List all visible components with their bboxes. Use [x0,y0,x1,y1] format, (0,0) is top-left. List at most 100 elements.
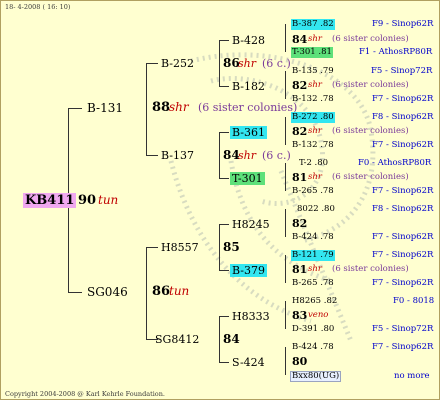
origin-label: F0 - AthosRP80R [358,158,432,168]
gen4-colony-id[interactable]: B-424 .78 [292,233,334,242]
gen3-colony-id[interactable]: B-361 [230,126,267,139]
gen1-score: 86 [152,284,171,299]
gen2-tag: shr [238,149,256,162]
root-score: 90 [78,193,97,208]
tree-connector [219,178,229,179]
tree-connector [285,24,286,52]
gen4-colony-id[interactable]: B-121 .79 [291,250,335,261]
gen3-colony-id[interactable]: S-424 [232,357,265,368]
tree-connector [219,224,220,270]
gen1-tag: shr [169,100,189,114]
gen1-colony-id[interactable]: B-131 [87,102,123,114]
gen2-colony-id[interactable]: B-252 [161,58,194,69]
tree-connector [146,247,147,339]
tree-connector [285,209,286,237]
gen4-colony-id[interactable]: T-2 .80 [299,159,328,168]
sister-colonies-note: (6 sister colonies) [332,80,409,90]
sister-colonies-note: (6 sister colonies) [198,101,298,114]
tree-connector [68,292,82,293]
tree-connector [285,117,286,145]
origin-label: F5 - Sinop72R [371,66,433,76]
gen4-colony-id[interactable]: B-387 .82 [291,19,335,30]
origin-label: F7 - Sinop62R [372,342,434,352]
gen4-score: 80 [292,355,308,368]
gen4-colony-id[interactable]: B-272 .80 [291,112,335,123]
tree-connector [68,108,82,109]
gen4-tag: shr [308,80,322,90]
gen4-colony-id[interactable]: H8265 .82 [292,297,337,306]
gen2-score: 85 [223,240,240,254]
gen1-colony-id[interactable]: SG046 [87,286,128,298]
origin-label: no more [394,371,430,381]
sister-colonies-note: (6 c.) [262,57,291,70]
sister-colonies-note: (6 sister colonies) [332,126,409,136]
origin-label: F7 - Sinop62R [372,94,434,104]
origin-label: F7 - Sinop62R [372,232,434,242]
tree-connector [285,301,286,329]
gen1-tag: tun [169,284,190,298]
origin-label: F9 - Sinop62R [372,19,434,29]
gen2-tag: shr [238,57,256,70]
root-tag: tun [98,193,119,207]
gen4-colony-id[interactable]: B-265 .78 [292,279,334,288]
gen4-colony-id[interactable]: B-424 .78 [292,343,334,352]
sister-colonies-note: (6 sister colonies) [332,172,409,182]
origin-label: F7 - Sinop62R [372,278,434,288]
root-colony-id[interactable]: KB411 [23,193,77,208]
origin-label: F1 - AthosRP80R [359,47,433,57]
gen4-score: 82 [292,217,308,230]
pedigree-panel: 18- 4-2008 ( 16: 10) KB411 90 tun B-131 … [0,0,440,400]
tree-connector [285,255,286,283]
gen4-colony-id[interactable]: B-265 .78 [292,187,334,196]
gen4-colony-id[interactable]: Bxx80(UG) [290,371,342,382]
gen4-tag: veno [308,310,329,320]
gen4-colony-id[interactable]: B-132 .78 [292,95,334,104]
gen4-colony-id[interactable]: B-135 .79 [292,67,334,76]
gen4-score: 82 [292,125,308,138]
tree-connector [219,132,220,178]
tree-connector [285,71,286,99]
tree-connector [219,40,229,41]
origin-label: F8 - Sinop62R [372,112,434,122]
tree-connector [146,63,147,155]
origin-label: F7 - Sinop62R [372,250,434,260]
tree-connector [219,316,229,317]
tree-connector [219,86,229,87]
sister-colonies-note: (6 c.) [262,149,291,162]
gen2-colony-id[interactable]: SG8412 [155,334,199,345]
origin-label: F5 - Sinop72R [372,324,434,334]
origin-label: F0 - 8018 [393,296,435,306]
tree-connector [219,316,220,362]
gen4-colony-id[interactable]: B-132 .78 [292,141,334,150]
gen3-colony-id[interactable]: H8245 [232,219,270,230]
print-date: 18- 4-2008 ( 16: 10) [5,3,71,11]
origin-label: F7 - Sinop62R [372,140,434,150]
gen3-colony-id[interactable]: H8333 [232,311,270,322]
gen4-tag: shr [308,172,322,182]
gen3-colony-id[interactable]: B-379 [230,264,267,277]
gen4-tag: shr [308,264,322,274]
gen4-score: 81 [292,263,308,276]
gen4-colony-id[interactable]: D-391 .80 [292,325,334,334]
tree-connector [219,270,229,271]
gen3-colony-id[interactable]: T-301 [230,172,265,185]
tree-connector [285,163,286,191]
gen4-tag: shr [308,34,322,44]
gen2-colony-id[interactable]: B-137 [161,150,194,161]
gen2-colony-id[interactable]: H8557 [161,242,199,253]
gen1-score: 88 [152,100,171,115]
tree-connector [219,362,229,363]
tree-connector [219,132,229,133]
gen4-tag: shr [308,126,322,136]
tree-connector [285,347,286,375]
gen4-score: 81 [292,171,308,184]
gen4-score: 84 [292,33,308,46]
gen3-colony-id[interactable]: B-428 [232,35,265,46]
gen2-score: 84 [223,332,240,346]
gen3-colony-id[interactable]: B-182 [232,81,265,92]
gen4-colony-id[interactable]: 8022 .80 [297,205,335,214]
gen4-score: 82 [292,79,308,92]
tree-connector [219,224,229,225]
gen4-colony-id[interactable]: T-301 .81 [291,47,333,58]
sister-colonies-note: (6 sister colonies) [332,264,409,274]
